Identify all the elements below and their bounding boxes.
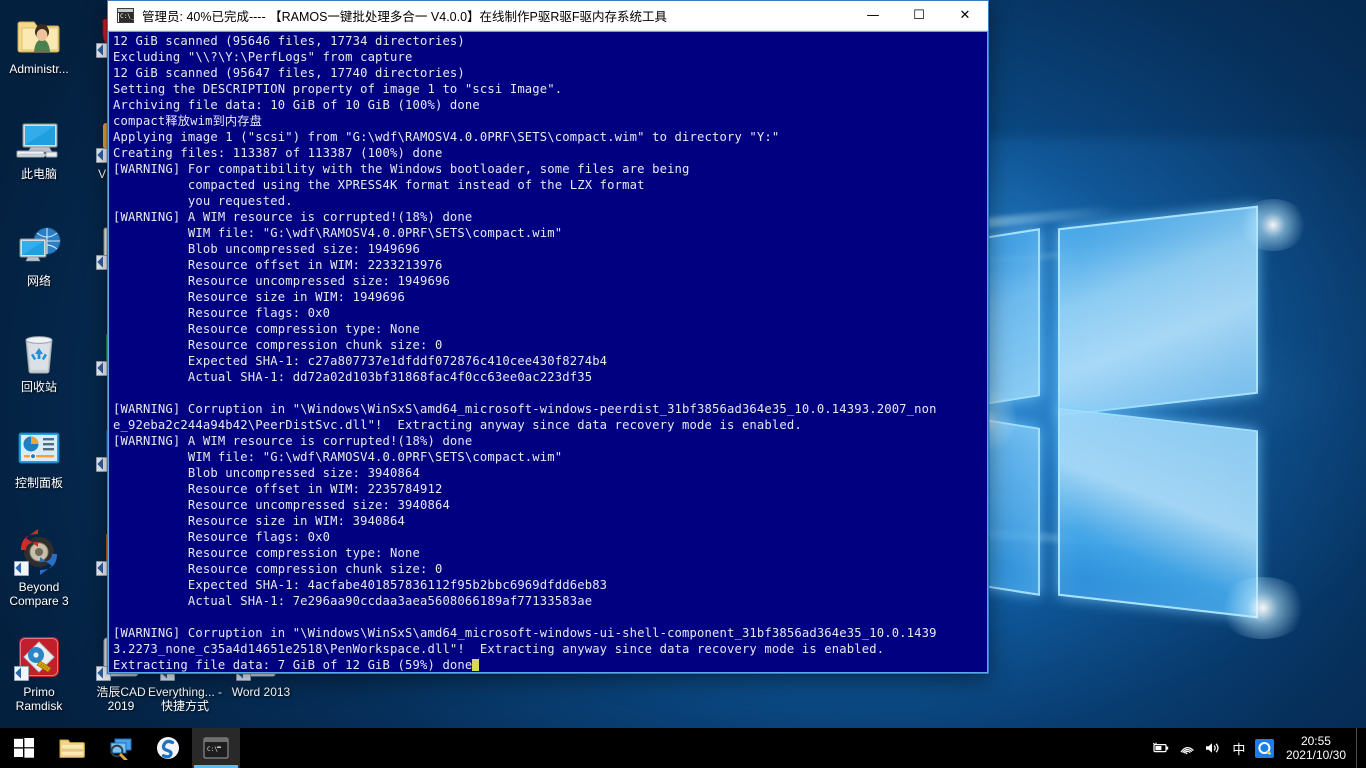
desktop-icon-network[interactable]: 网络 xyxy=(0,222,78,288)
clock-time: 20:55 xyxy=(1286,734,1346,748)
desktop[interactable]: Administr... 此电脑 xyxy=(0,0,1366,768)
taskbar-console[interactable]: C:\ xyxy=(192,728,240,768)
console-window[interactable]: 管理员: 40%已完成---- 【RAMOS一键批处理多合一 V4.0.0】在线… xyxy=(107,0,989,674)
console-line: Archiving file data: 10 GiB of 10 GiB (1… xyxy=(113,97,985,113)
console-line: compact释放wim到内存盘 xyxy=(113,113,985,129)
desktop-icon-label: Word 2013 xyxy=(222,685,300,699)
console-line: [WARNING] A WIM resource is corrupted!(1… xyxy=(113,433,985,449)
control-panel-icon xyxy=(15,424,63,472)
console-line: Resource offset in WIM: 2233213976 xyxy=(113,257,985,273)
desktop-icon-label: Primo Ramdisk xyxy=(0,685,78,713)
console-line: 3.2273_none_c35a4d14651e2518\PenWorkspac… xyxy=(113,641,985,657)
desktop-icon-beyond-compare[interactable]: Beyond Compare 3 xyxy=(0,528,78,608)
desktop-icon-primo-ramdisk[interactable]: Primo Ramdisk xyxy=(0,633,78,713)
console-line: Resource flags: 0x0 xyxy=(113,305,985,321)
user-folder-icon xyxy=(15,10,63,58)
desktop-icon-label: 网络 xyxy=(0,274,78,288)
wifi-icon[interactable] xyxy=(1174,728,1200,768)
desktop-icon-label: 回收站 xyxy=(0,380,78,394)
shortcut-arrow-icon xyxy=(14,666,29,681)
console-line: compacted using the XPRESS4K format inst… xyxy=(113,177,985,193)
desktop-icon-label: Beyond Compare 3 xyxy=(0,580,78,608)
minimize-button[interactable]: — xyxy=(850,1,896,30)
console-output-area[interactable]: 12 GiB scanned (95646 files, 17734 direc… xyxy=(108,31,988,673)
console-line: Resource uncompressed size: 3940864 xyxy=(113,497,985,513)
qq-icon[interactable] xyxy=(1252,728,1278,768)
console-line: Blob uncompressed size: 1949696 xyxy=(113,241,985,257)
desktop-icon-user-folder[interactable]: Administr... xyxy=(0,10,78,76)
svg-text:C:\: C:\ xyxy=(207,746,218,753)
console-line: Actual SHA-1: 7e296aa90ccdaa3aea56080661… xyxy=(113,593,985,609)
console-line: WIM file: "G:\wdf\RAMOSV4.0.0PRF\SETS\co… xyxy=(113,225,985,241)
console-line: Resource compression chunk size: 0 xyxy=(113,337,985,353)
desktop-icon-label: Everything... - 快捷方式 xyxy=(146,685,224,713)
desktop-icon-label: Administr... xyxy=(0,62,78,76)
console-line: WIM file: "G:\wdf\RAMOSV4.0.0PRF\SETS\co… xyxy=(113,449,985,465)
console-line: 12 GiB scanned (95647 files, 17740 direc… xyxy=(113,65,985,81)
start-button[interactable] xyxy=(0,728,48,768)
console-line: Blob uncompressed size: 3940864 xyxy=(113,465,985,481)
shortcut-arrow-icon xyxy=(14,561,29,576)
console-icon xyxy=(117,8,134,23)
console-line: Resource flags: 0x0 xyxy=(113,529,985,545)
console-text: 12 GiB scanned (95646 files, 17734 direc… xyxy=(111,33,985,673)
recycle-bin-icon xyxy=(15,328,63,376)
console-line: e_92eba2c244a94b42\PeerDistSvc.dll"! Ext… xyxy=(113,417,985,433)
system-tray[interactable]: 中 20:55 2021/10/30 xyxy=(1148,728,1366,768)
logo-spark xyxy=(1238,199,1308,251)
taskbar-clock[interactable]: 20:55 2021/10/30 xyxy=(1278,734,1356,762)
console-line: [WARNING] Corruption in "\Windows\WinSxS… xyxy=(113,625,985,641)
console-line xyxy=(113,609,985,625)
console-line: Resource offset in WIM: 2235784912 xyxy=(113,481,985,497)
logo-pane-top-right xyxy=(1058,206,1258,417)
close-button[interactable]: ✕ xyxy=(942,1,988,30)
console-line: [WARNING] Corruption in "\Windows\WinSxS… xyxy=(113,401,985,417)
console-line: Resource size in WIM: 3940864 xyxy=(113,513,985,529)
console-line: Setting the DESCRIPTION property of imag… xyxy=(113,81,985,97)
beyond-compare-icon xyxy=(15,528,63,576)
console-line xyxy=(113,385,985,401)
windows-logo-wallpaper xyxy=(1010,205,1350,625)
battery-icon[interactable] xyxy=(1148,728,1174,768)
window-title: 管理员: 40%已完成---- 【RAMOS一键批处理多合一 V4.0.0】在线… xyxy=(142,6,850,25)
taskbar-screenshot-tool[interactable] xyxy=(96,728,144,768)
console-line: Resource compression type: None xyxy=(113,545,985,561)
clock-date: 2021/10/30 xyxy=(1286,748,1346,762)
desktop-icon-control-panel[interactable]: 控制面板 xyxy=(0,424,78,490)
desktop-icon-this-pc[interactable]: 此电脑 xyxy=(0,115,78,181)
console-line: Expected SHA-1: 4acfabe401857836112f95b2… xyxy=(113,577,985,593)
console-line: Resource compression chunk size: 0 xyxy=(113,561,985,577)
desktop-icon-recycle-bin[interactable]: 回收站 xyxy=(0,328,78,394)
console-line: Extracting file data: 7 GiB of 12 GiB (5… xyxy=(113,657,985,673)
taskbar-file-explorer[interactable] xyxy=(48,728,96,768)
desktop-icon-label: 控制面板 xyxy=(0,476,78,490)
logo-spark xyxy=(1218,577,1308,639)
ime-icon[interactable]: 中 xyxy=(1226,728,1252,768)
primo-ramdisk-icon xyxy=(15,633,63,681)
console-cursor xyxy=(472,659,479,671)
taskbar[interactable]: C:\ xyxy=(0,728,1366,768)
console-titlebar[interactable]: 管理员: 40%已完成---- 【RAMOS一键批处理多合一 V4.0.0】在线… xyxy=(108,1,988,31)
network-icon xyxy=(15,222,63,270)
volume-icon[interactable] xyxy=(1200,728,1226,768)
maximize-button[interactable]: ☐ xyxy=(896,1,942,30)
console-line: Expected SHA-1: c27a807737e1dfddf072876c… xyxy=(113,353,985,369)
console-line: 12 GiB scanned (95646 files, 17734 direc… xyxy=(113,33,985,49)
taskbar-sogou-browser[interactable] xyxy=(144,728,192,768)
console-line: Creating files: 113387 of 113387 (100%) … xyxy=(113,145,985,161)
desktop-icon-label: 此电脑 xyxy=(0,167,78,181)
console-line: Resource size in WIM: 1949696 xyxy=(113,289,985,305)
show-desktop-button[interactable] xyxy=(1356,728,1364,768)
console-line: Applying image 1 ("scsi") from "G:\wdf\R… xyxy=(113,129,985,145)
console-line: Resource compression type: None xyxy=(113,321,985,337)
console-line: you requested. xyxy=(113,193,985,209)
console-line: [WARNING] For compatibility with the Win… xyxy=(113,161,985,177)
console-line: Resource uncompressed size: 1949696 xyxy=(113,273,985,289)
console-line: Actual SHA-1: dd72a02d103bf31868fac4f0cc… xyxy=(113,369,985,385)
console-line: Excluding "\\?\Y:\PerfLogs" from capture xyxy=(113,49,985,65)
console-line: [WARNING] A WIM resource is corrupted!(1… xyxy=(113,209,985,225)
this-pc-icon xyxy=(15,115,63,163)
